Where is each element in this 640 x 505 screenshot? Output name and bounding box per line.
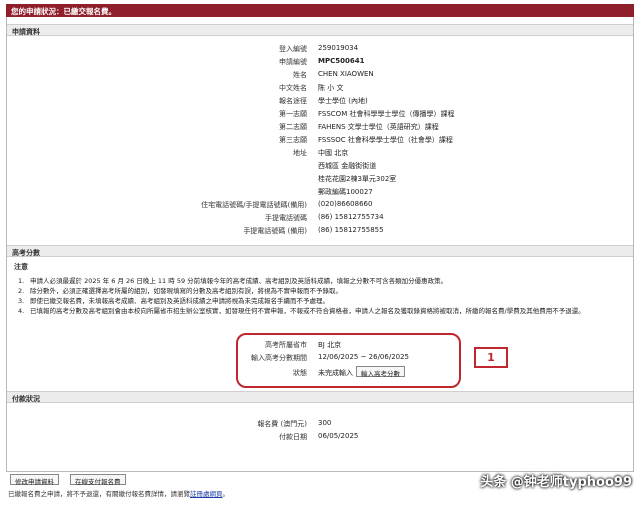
field-value: FSSCOM 社會科學學士學位（傳播學）課程: [318, 110, 455, 118]
row-mobile-backup: 手提電話號碼 (備用) (86) 15812755855: [0, 226, 640, 238]
notes-list: 1. 申請人必須最遲於 2025 年 6 月 26 日晚上 11 時 59 分前填…: [18, 276, 618, 316]
field-value: 西城區 金融街街道: [318, 162, 377, 170]
registry-link[interactable]: 註冊處網頁: [190, 490, 223, 498]
field-value: 郵政編碼100027: [318, 188, 373, 196]
row-choice-3: 第三志願 FSSSOC 社會科學學士學位（社會學）課程: [0, 135, 640, 147]
field-value: 桂花花園2棟3單元302室: [318, 175, 397, 183]
row-home-phone: 住宅電話號碼/手提電話號碼(備用) (020)86608660: [0, 200, 640, 212]
row-address-2: 西城區 金融街街道: [0, 161, 640, 173]
field-label: 手提電話號碼: [265, 214, 307, 222]
field-label: 第二志願: [279, 123, 307, 131]
watermark: 头条 @钟老师typhoo99: [480, 475, 632, 490]
field-label: 中文姓名: [279, 84, 307, 92]
field-value: (86) 15812755855: [318, 226, 384, 234]
field-label: 手提電話號碼 (備用): [243, 227, 307, 235]
field-value: 中國 北京: [318, 149, 349, 157]
pay-online-button[interactable]: 在線支付報名費: [70, 474, 126, 486]
field-label: 第一志願: [279, 110, 307, 118]
note-item: 2. 除分數外，必須正確選擇高考所屬的組別，如發現填寫的分數及高考組別有誤，將視為…: [18, 287, 342, 295]
row-payment-date: 付款日期 06/05/2025: [0, 432, 640, 444]
notes-title: 注意: [14, 263, 28, 271]
field-label: 第三志願: [279, 136, 307, 144]
field-value: (86) 15812755734: [318, 213, 384, 221]
field-value: 06/05/2025: [318, 432, 359, 440]
application-id-value: MPC500641: [318, 57, 365, 65]
field-value: (020)86608660: [318, 200, 373, 208]
row-mobile: 手提電話號碼 (86) 15812755734: [0, 213, 640, 225]
edit-application-button[interactable]: 修改申請資料: [10, 474, 59, 486]
row-application-id: 申請編號 MPC500641: [0, 57, 640, 69]
field-value: CHEN XIAOWEN: [318, 70, 374, 78]
note-item: 3. 即使已繳交報名費，未填報高考成績、高考組別及英語科成績之申請將視為未完成報名…: [18, 297, 329, 305]
field-label: 住宅電話號碼/手提電話號碼(備用): [201, 201, 307, 209]
row-address-3: 桂花花園2棟3單元302室: [0, 174, 640, 186]
note-item: 4. 已填報的高考分數及高考組別會由本校向所屬省市招生辦公室核實，如發現任何不實申…: [18, 307, 585, 315]
row-choice-2: 第二志願 FAHENS 文學士學位（英語研究）課程: [0, 122, 640, 134]
field-label: 姓名: [293, 71, 307, 79]
row-route: 報名途徑 學士學位 (內地): [0, 96, 640, 108]
field-value: FSSSOC 社會科學學士學位（社會學）課程: [318, 136, 453, 144]
field-label: 登入編號: [279, 45, 307, 53]
row-postcode: 郵政編碼100027: [0, 187, 640, 199]
row-login-id: 登入編號 259019034: [0, 44, 640, 56]
field-value: 陈 小 文: [318, 84, 344, 92]
field-value: 300: [318, 419, 332, 427]
field-label: 申請編號: [279, 58, 307, 66]
row-fee: 報名費 (澳門元) 300: [0, 419, 640, 431]
callout-number: 1: [474, 347, 508, 368]
field-label: 報名費 (澳門元): [257, 420, 307, 428]
row-name: 姓名 CHEN XIAOWEN: [0, 70, 640, 82]
row-choice-1: 第一志願 FSSCOM 社會科學學士學位（傳播學）課程: [0, 109, 640, 121]
footer-note: 已繳報名費之申請，將不予退還，有關繳付報名費詳情，請瀏覽註冊處網頁。: [8, 490, 229, 498]
row-address: 地址 中國 北京: [0, 148, 640, 160]
field-value: FAHENS 文學士學位（英語研究）課程: [318, 123, 439, 131]
field-label: 付款日期: [279, 433, 307, 441]
field-value: 259019034: [318, 44, 359, 52]
section-header-payment: 付款狀況: [7, 391, 633, 403]
row-chinese-name: 中文姓名 陈 小 文: [0, 83, 640, 95]
field-label: 地址: [293, 149, 307, 157]
highlight-box: [236, 333, 461, 388]
section-header-gaokao: 高考分數: [7, 245, 633, 257]
application-status-bar: 您的申請狀況：已繳交報名費。: [6, 4, 634, 17]
field-value: 學士學位 (內地): [318, 97, 368, 105]
note-item: 1. 申請人必須最遲於 2025 年 6 月 26 日晚上 11 時 59 分前填…: [18, 277, 448, 285]
field-label: 報名途徑: [279, 97, 307, 105]
section-header-application: 申請資料: [7, 24, 633, 36]
